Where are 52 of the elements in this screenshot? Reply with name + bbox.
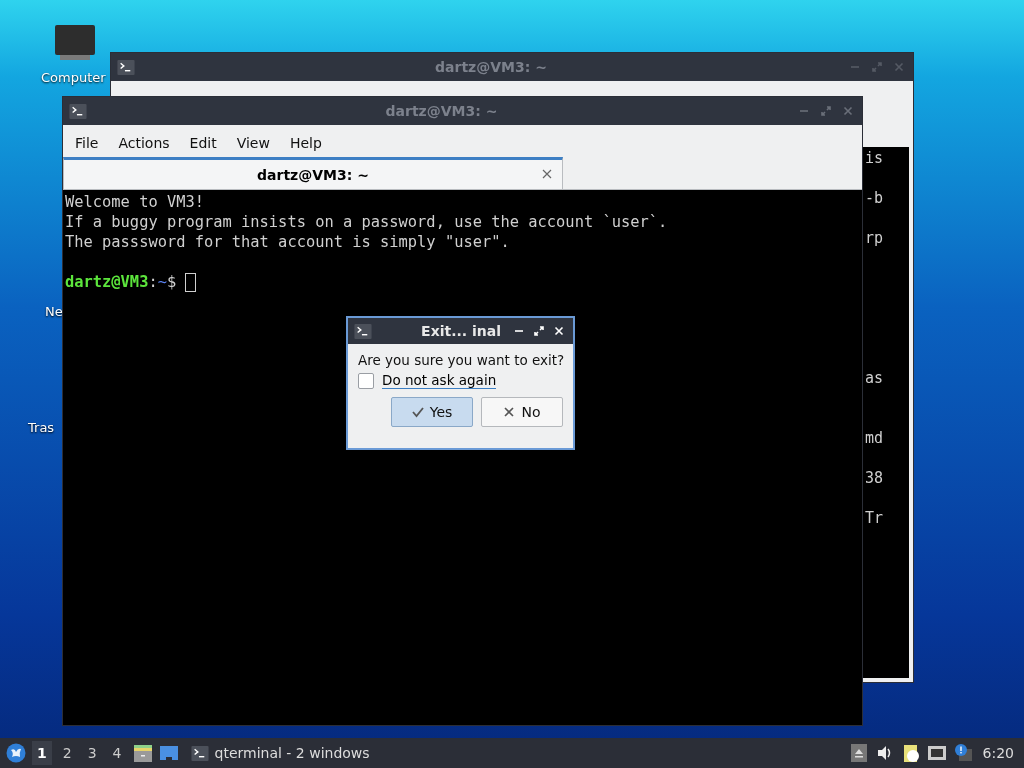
desktop-icon[interactable]: [158, 743, 179, 763]
close-tab-icon[interactable]: [542, 169, 552, 179]
prompt-user-host: dartz@VM3: [65, 272, 149, 292]
cursor: [185, 272, 197, 292]
close-icon: [503, 406, 516, 418]
terminal-icon: [69, 103, 87, 119]
terminal-text: Tr: [865, 509, 884, 527]
workspace-button[interactable]: 3: [82, 741, 102, 765]
checkbox[interactable]: [358, 372, 374, 389]
terminal-icon: [354, 323, 372, 339]
check-icon: [411, 406, 424, 418]
network-icon[interactable]: [926, 743, 947, 763]
workspace-button[interactable]: 1: [32, 741, 52, 765]
terminal-text: -b: [865, 189, 884, 207]
terminal-text: 38: [865, 469, 884, 487]
computer-icon[interactable]: [54, 24, 96, 62]
terminal-text: is: [865, 149, 884, 167]
prompt-path: ~: [157, 272, 167, 292]
window-title: dartz@VM3: ~: [434, 59, 548, 75]
no-button[interactable]: No: [481, 397, 563, 427]
terminal-text: as: [865, 369, 884, 387]
workspace-button[interactable]: 4: [107, 741, 127, 765]
prompt-separator: :: [148, 272, 158, 292]
eject-icon[interactable]: [848, 743, 869, 763]
notification-icon[interactable]: [952, 743, 973, 763]
yes-button[interactable]: Yes: [391, 397, 473, 427]
terminal-icon: [117, 59, 135, 75]
menu-item[interactable]: Edit: [179, 135, 227, 151]
terminal-tab[interactable]: dartz@VM3: ~: [63, 157, 563, 189]
maximize-icon[interactable]: [531, 326, 547, 336]
menu-item[interactable]: Actions: [108, 135, 180, 151]
window-title: dartz@VM3: ~: [384, 103, 499, 119]
checkbox-label[interactable]: Do not ask again: [382, 372, 497, 389]
start-menu-icon[interactable]: [6, 743, 26, 763]
dialog-message: Are you sure you want to exit?: [358, 352, 563, 368]
taskbar-task[interactable]: qterminal - 2 windows: [184, 745, 376, 761]
terminal-line: The passsword for that account is simply "user".: [65, 232, 511, 252]
prompt-symbol: $: [166, 272, 177, 292]
desktop-icon-label[interactable]: Tras: [28, 420, 55, 435]
menu-item[interactable]: Help: [279, 135, 332, 151]
terminal-icon: [190, 745, 209, 761]
terminal-line: Welcome to VM3!: [65, 192, 205, 212]
terminal-text: rp: [865, 229, 884, 247]
menu-item[interactable]: File: [65, 135, 109, 151]
dialog-title: Exit... inal: [420, 323, 502, 339]
workspace-button[interactable]: 2: [57, 741, 77, 765]
terminal-text: md: [865, 429, 884, 447]
desktop-icon-label[interactable]: Ne: [45, 304, 63, 319]
clock: 6:20: [981, 745, 1015, 761]
file-manager-icon[interactable]: [132, 743, 153, 763]
menu-item[interactable]: View: [226, 135, 280, 151]
terminal-line: If a buggy program insists on a password, use the account `user`.: [65, 212, 669, 232]
